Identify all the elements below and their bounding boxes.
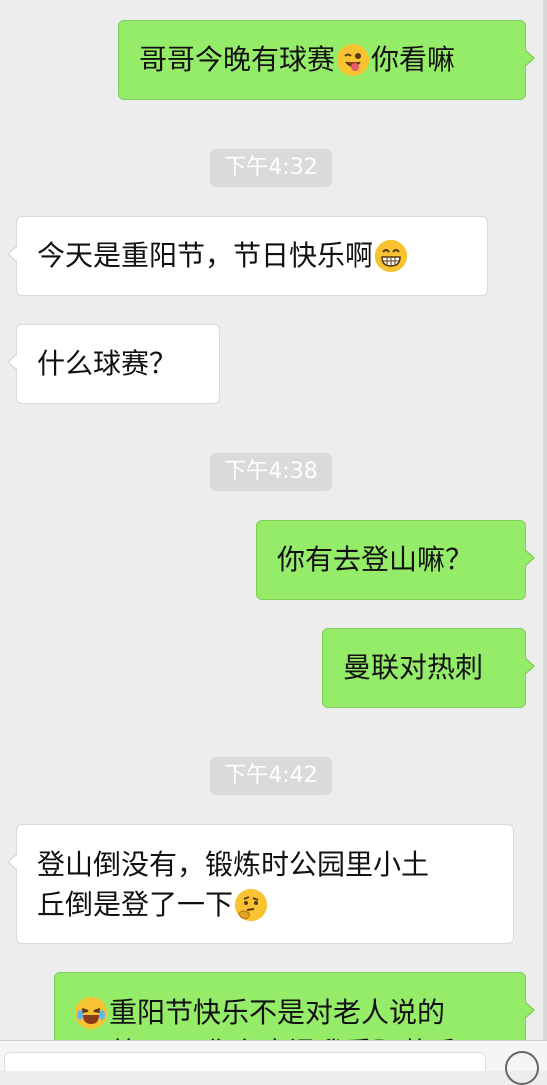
- message-text: 你有去登山嘛？: [277, 543, 474, 576]
- message-text: 曼联对热刺: [343, 651, 484, 684]
- message-text: 什么球赛？: [37, 347, 178, 380]
- message-text-line: 登山倒没有，锻炼时公园里小土: [37, 848, 430, 881]
- add-icon[interactable]: [505, 1051, 539, 1085]
- message-bubble-incoming[interactable]: 今天是重阳节，节日快乐啊: [7, 216, 488, 296]
- message-bubble-outgoing[interactable]: 你有去登山嘛？: [256, 520, 535, 600]
- message-text-line: 丘倒是登了一下: [37, 888, 234, 921]
- winking-tongue-emoji-icon: [337, 44, 370, 76]
- message-text: 哥哥今晚有球赛: [139, 43, 336, 76]
- message-bubble-incoming[interactable]: 登山倒没有，锻炼时公园里小土 丘倒是登了一下: [7, 824, 514, 944]
- laughing-crying-emoji-icon: [75, 997, 107, 1029]
- message-bubble-outgoing[interactable]: 曼联对热刺: [322, 628, 535, 708]
- message-bubble-outgoing[interactable]: 哥哥今晚有球赛 你看嘛: [118, 20, 535, 100]
- message-text-line: 重阳节快乐不是对老人说的: [109, 996, 446, 1029]
- timestamp: 下午4:32: [210, 149, 332, 187]
- message-bubble-incoming[interactable]: 什么球赛？: [7, 324, 220, 404]
- scroll-edge: [543, 0, 547, 1070]
- grinning-face-emoji-icon: [375, 240, 408, 272]
- message-input[interactable]: [4, 1052, 486, 1071]
- message-text: 你看嘛: [371, 43, 456, 76]
- timestamp: 下午4:42: [210, 757, 332, 795]
- message-text: 今天是重阳节，节日快乐啊: [37, 239, 374, 272]
- thinking-face-emoji-icon: [235, 889, 268, 921]
- timestamp: 下午4:38: [210, 453, 332, 491]
- chat-area[interactable]: 哥哥今晚有球赛 你看嘛 下午4:32 今天是重阳节，节日快乐啊 什么球赛？ 下午…: [0, 0, 547, 1070]
